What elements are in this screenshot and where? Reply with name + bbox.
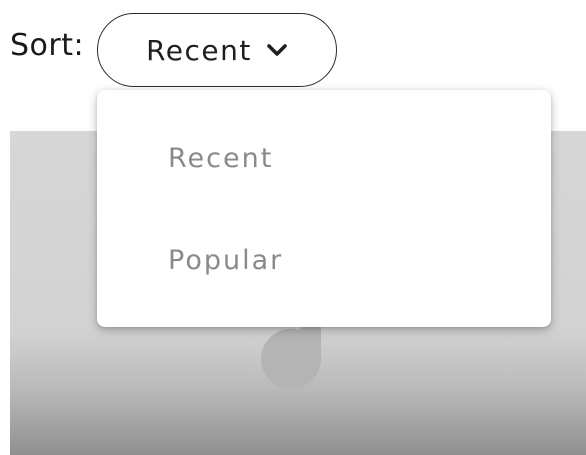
chevron-down-icon: [266, 43, 288, 57]
sort-dropdown-menu: Recent Popular: [97, 90, 551, 327]
sort-label: Sort:: [10, 28, 85, 63]
sort-dropdown-button[interactable]: Recent: [97, 13, 337, 87]
sort-option-recent[interactable]: Recent: [97, 118, 551, 198]
sort-selected-value: Recent: [146, 33, 252, 67]
sort-option-popular[interactable]: Popular: [97, 220, 551, 300]
sort-page: Sort: Recent Recent Popular: [0, 0, 586, 455]
